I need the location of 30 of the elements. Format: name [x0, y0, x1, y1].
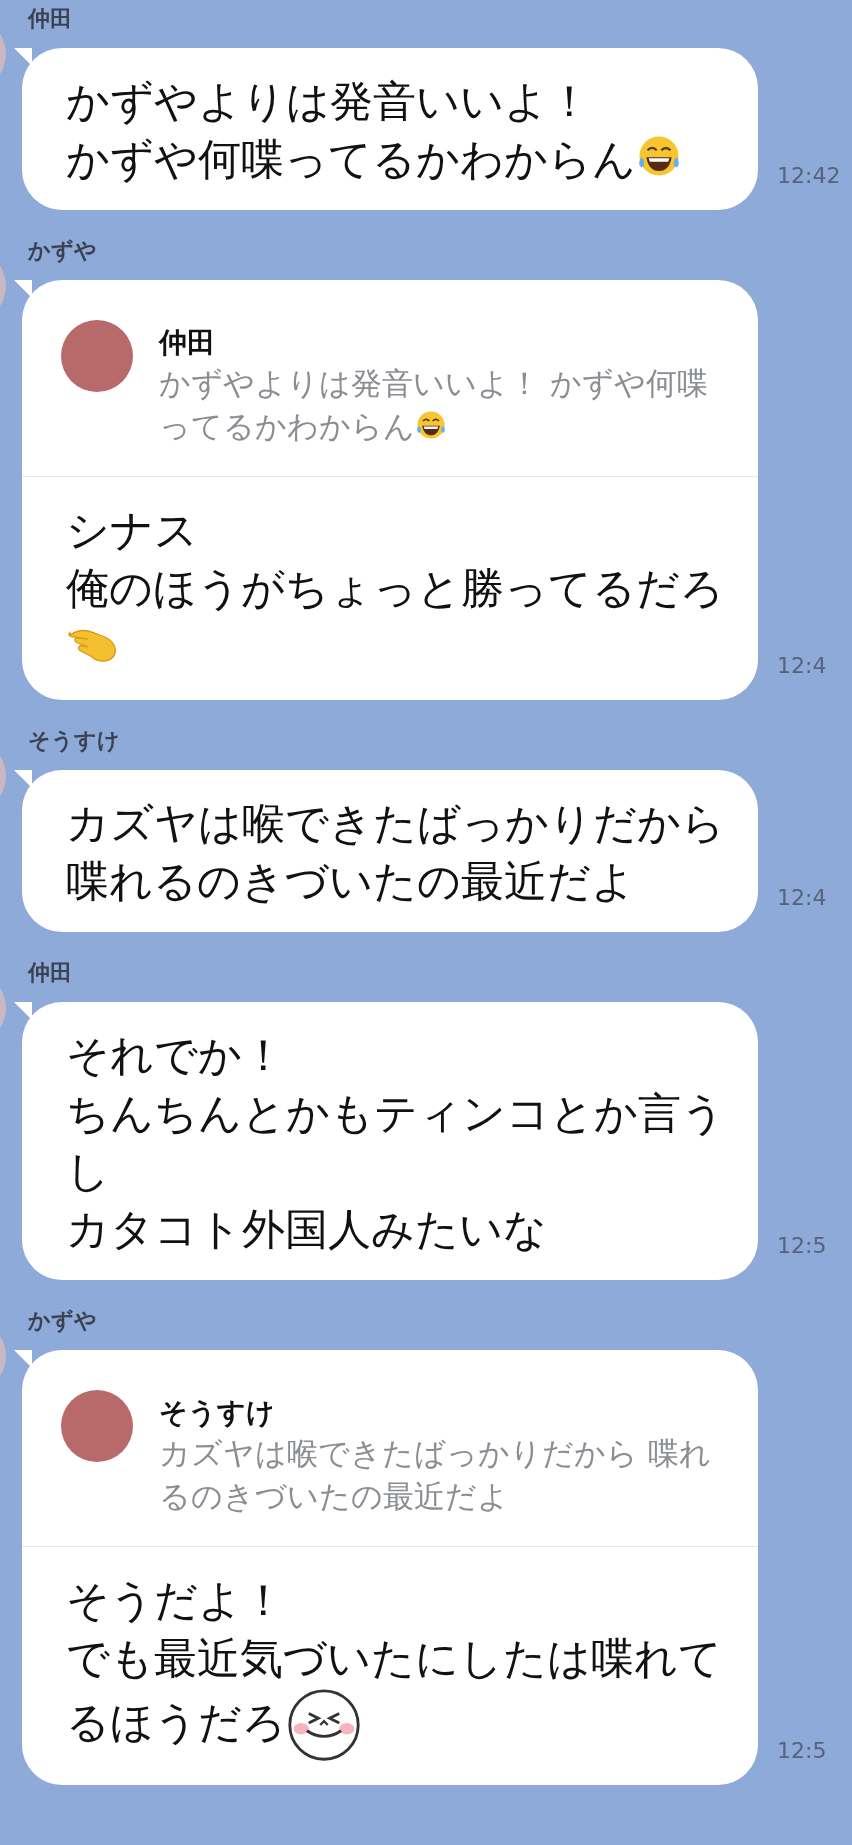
sender-name: かずや [27, 1306, 98, 1335]
laughing-face-icon [415, 408, 447, 441]
quoted-text: かずやよりは発音いいよ！ かずや何喋 [159, 365, 708, 401]
message-text: かずやよりは発音いいよ！ [66, 76, 591, 126]
quoted-text: るのきづいたの最近だよ [159, 1477, 509, 1514]
sender-name: 仲田 [26, 958, 73, 987]
message-text: シナス [66, 505, 198, 555]
message-text: 俺のほうがちょっと勝ってるだろ [66, 563, 724, 613]
timestamp: 12:42 [777, 163, 841, 188]
message-text: ちんちんとかもティンコとか言うし [66, 1087, 725, 1196]
quoted-text: カズヤは喉できたばっかりだから 喋れ [159, 1434, 711, 1471]
message-text: かずや何喋ってるかわからん [66, 134, 636, 184]
timestamp: 12:4 [777, 652, 827, 678]
sender-name: 仲田 [26, 5, 73, 33]
message-text: それでか！ [66, 1029, 285, 1080]
timestamp: 12:4 [777, 884, 827, 910]
message-text: るほうだろ [66, 1696, 286, 1747]
quoted-sender: そうすけ [159, 1394, 276, 1431]
timestamp: 12:5 [777, 1737, 827, 1763]
timestamp: 12:5 [777, 1232, 827, 1258]
message-text: カタコト外国人みたいな [66, 1203, 547, 1254]
message-text: 喋れるのきづいたの最近だよ [66, 855, 635, 906]
message-text: でも最近気づいたにしたは喋れて [66, 1632, 722, 1683]
message-text: カズヤは喉できたばっかりだから [66, 797, 725, 848]
squinting-face-icon [286, 1686, 362, 1763]
quoted-text: ってるかわからん [159, 408, 415, 444]
quoted-sender: 仲田 [159, 325, 216, 361]
sender-name: そうすけ [27, 726, 121, 755]
sender-name: かずや [27, 237, 98, 265]
message-text: そうだよ！ [66, 1574, 285, 1625]
